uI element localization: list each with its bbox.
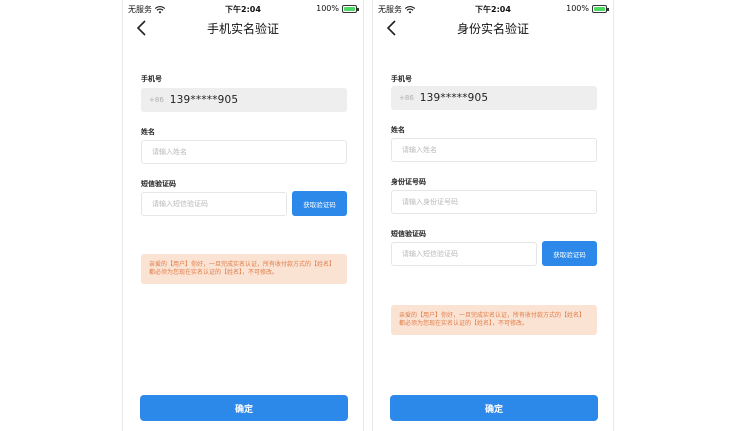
country-code: +86	[149, 96, 164, 104]
notice-box: 亲爱的【用户】你好，一旦完成实名认证，所有收付款方式的【姓名】都必须为您现在实名…	[391, 305, 597, 335]
battery-group: 100%	[316, 4, 359, 13]
battery-icon	[592, 4, 609, 13]
sms-code-label: 短信验证码	[141, 180, 176, 188]
get-sms-code-button[interactable]: 获取验证码	[292, 191, 347, 216]
confirm-button[interactable]: 确定	[390, 395, 598, 421]
sms-code-label: 短信验证码	[391, 230, 426, 238]
name-input[interactable]	[141, 140, 347, 164]
sms-code-input[interactable]	[391, 242, 537, 266]
notice-box: 亲爱的【用户】你好，一旦完成实名认证，所有收付款方式的【姓名】都必须为您现在实名…	[141, 254, 347, 284]
phone-verification-screen: 无服务 下午2:04 100% 手机实名验证 手机号 +86 139*****9…	[122, 0, 364, 431]
page-title: 身份实名验证	[456, 22, 529, 36]
navigation-bar: 身份实名验证	[373, 17, 613, 41]
battery-icon	[342, 4, 359, 13]
battery-percent: 100%	[566, 4, 589, 13]
name-label: 姓名	[391, 126, 405, 134]
get-sms-code-button[interactable]: 获取验证码	[542, 241, 597, 266]
identity-verification-screen: 无服务 下午2:04 100% 身份实名验证 手机号 +86 139*****9…	[372, 0, 614, 431]
battery-group: 100%	[566, 4, 609, 13]
phone-number-display: +86 139*****905	[391, 86, 597, 110]
navigation-bar: 手机实名验证	[123, 17, 363, 41]
name-input[interactable]	[391, 138, 597, 162]
phone-number-display: +86 139*****905	[141, 88, 347, 112]
confirm-button[interactable]: 确定	[140, 395, 348, 421]
phone-label: 手机号	[391, 75, 412, 83]
country-code: +86	[399, 94, 414, 102]
page-title: 手机实名验证	[206, 22, 279, 36]
phone-label: 手机号	[141, 75, 162, 83]
id-number-label: 身份证号码	[391, 178, 426, 186]
phone-number: 139*****905	[169, 94, 239, 106]
id-number-input[interactable]	[391, 190, 597, 214]
battery-percent: 100%	[316, 4, 339, 13]
name-label: 姓名	[141, 128, 155, 136]
status-bar: 无服务 下午2:04 100%	[123, 2, 363, 16]
status-bar: 无服务 下午2:04 100%	[373, 2, 613, 16]
phone-number: 139*****905	[419, 92, 489, 104]
sms-code-input[interactable]	[141, 192, 287, 216]
